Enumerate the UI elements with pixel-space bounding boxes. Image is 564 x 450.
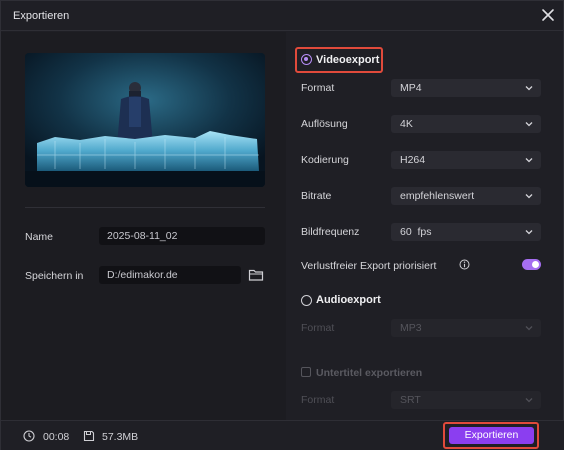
subtitle-format-value: SRT [400,394,421,406]
export-dialog: Exportieren Name 2025-08-11_02 Speichern… [0,0,564,450]
video-preview [25,53,265,187]
subtitle-checkbox[interactable] [301,367,311,377]
video-format-label: Format [301,82,335,94]
encoding-select[interactable]: H264 [391,151,541,169]
name-label: Name [25,231,54,243]
subtitle-export-label: Untertitel exportieren [316,367,423,379]
resolution-label: Auflösung [301,118,348,130]
info-icon[interactable] [459,259,470,270]
video-format-value: MP4 [400,82,422,94]
audio-format-select[interactable]: MP3 [391,319,541,337]
resolution-select[interactable]: 4K [391,115,541,133]
audio-format-label: Format [301,322,335,334]
videoexport-label: Videoexport [316,54,380,66]
name-field[interactable]: 2025-08-11_02 [99,227,265,245]
chevron-down-icon [525,122,533,127]
encoding-label: Kodierung [301,154,349,166]
audio-format-value: MP3 [400,322,422,334]
framerate-value: 60 fps [400,226,432,238]
resolution-value: 4K [400,118,413,130]
chevron-down-icon [525,86,533,91]
video-format-select[interactable]: MP4 [391,79,541,97]
save-disk-icon [83,430,95,442]
export-button[interactable]: Exportieren [449,427,534,444]
clock-icon [23,430,35,442]
lossless-toggle[interactable] [522,259,541,270]
save-location-field[interactable]: D:/edimakor.de [99,266,241,284]
videoexport-radio[interactable] [301,54,312,65]
filesize-text: 57.3MB [102,431,139,443]
framerate-label: Bildfrequenz [301,226,360,238]
audioexport-radio[interactable] [301,295,312,306]
chevron-down-icon [525,398,533,403]
chevron-down-icon [525,326,533,331]
subtitle-format-label: Format [301,394,335,406]
bitrate-label: Bitrate [301,190,332,202]
chevron-down-icon [525,158,533,163]
folder-icon[interactable] [248,268,264,282]
left-divider [25,207,265,208]
framerate-select[interactable]: 60 fps [391,223,541,241]
duration-text: 00:08 [43,431,70,443]
dialog-title: Exportieren [13,10,70,22]
audioexport-label: Audioexport [316,294,381,306]
title-bar: Exportieren [1,1,564,31]
subtitle-format-select[interactable]: SRT [391,391,541,409]
bitrate-value: empfehlenswert [400,190,475,202]
bitrate-select[interactable]: empfehlenswert [391,187,541,205]
lossless-label: Verlustfreier Export priorisiert [301,260,437,272]
chevron-down-icon [525,230,533,235]
close-icon[interactable] [539,6,557,24]
encoding-value: H264 [400,154,426,166]
save-location-label: Speichern in [25,270,84,282]
chevron-down-icon [525,194,533,199]
